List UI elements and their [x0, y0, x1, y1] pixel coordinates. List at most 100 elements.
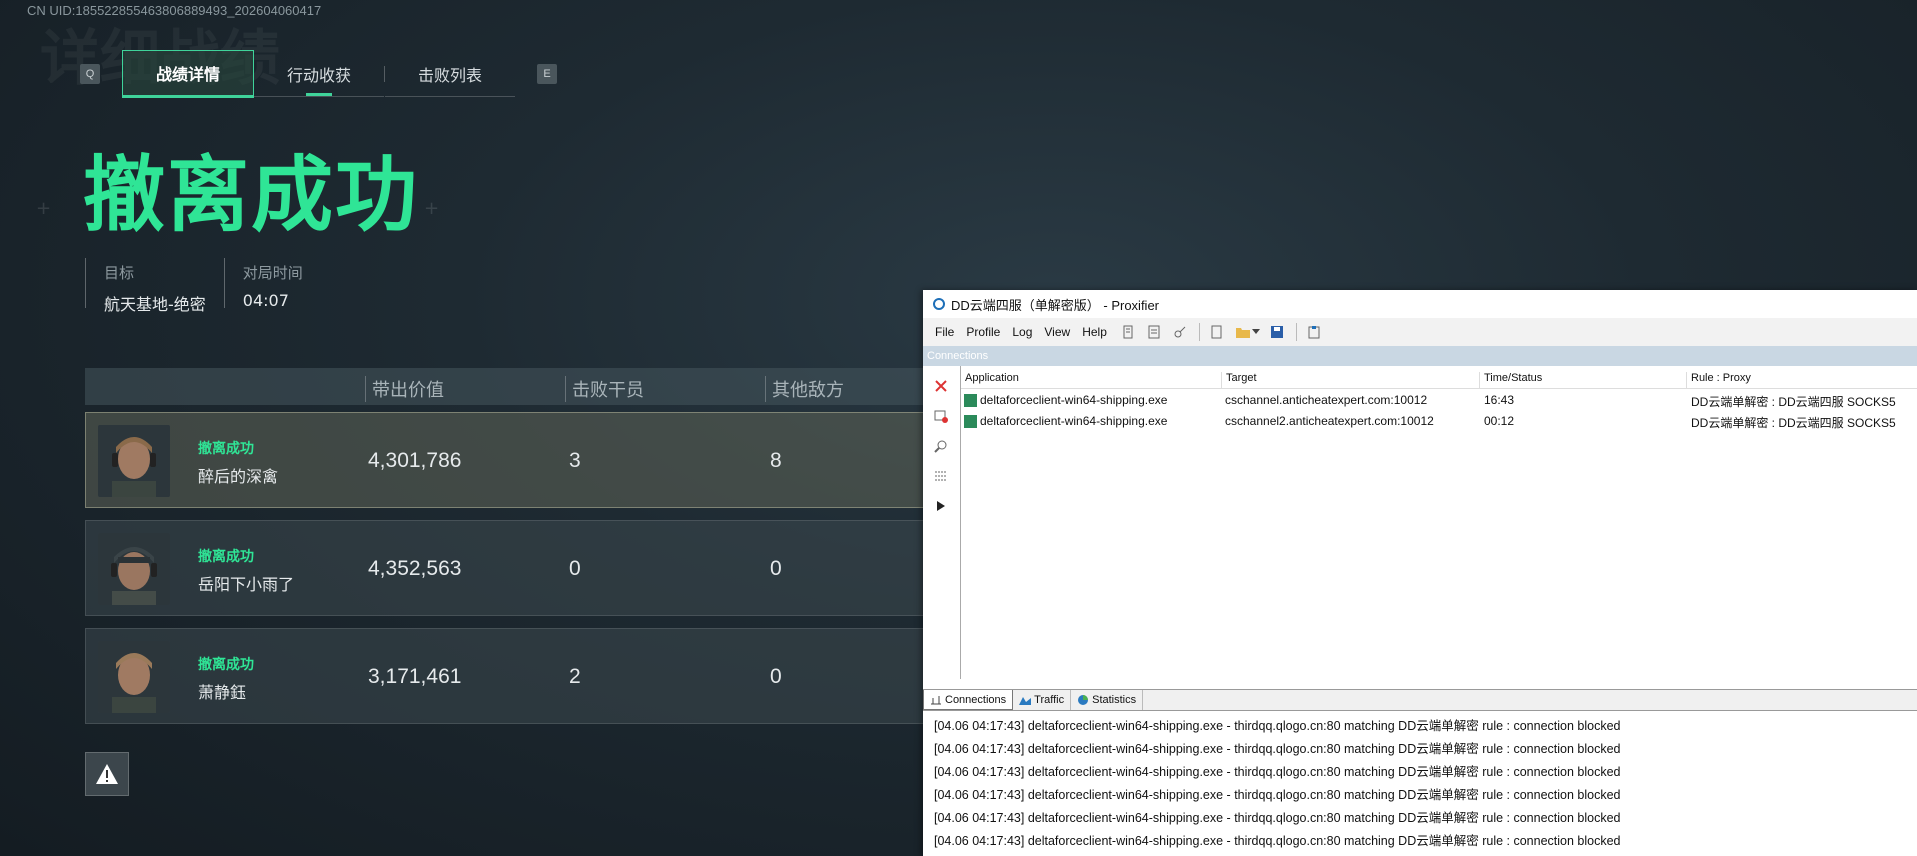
open-folder-icon[interactable] [1234, 323, 1252, 341]
tab-action-gains[interactable]: 行动收获 [254, 52, 384, 97]
time-info: 对局时间 04:07 [223, 258, 321, 310]
app-icon [964, 394, 977, 408]
table-row[interactable]: 撤离成功 醉后的深禽 4,301,786 3 8 [85, 412, 925, 508]
proxification-rules-icon[interactable] [1145, 323, 1163, 341]
tab-label: Traffic [1034, 694, 1065, 706]
tab-label: 战绩详情 [155, 65, 220, 84]
column-header-others: 其他敌方 [765, 376, 844, 402]
toolbar-divider [1198, 323, 1200, 341]
log-line: [04.06 04:17:43] deltaforceclient-win64-… [934, 765, 1621, 779]
connection-app: deltaforceclient-win64-shipping.exe [980, 414, 1168, 428]
save-icon[interactable] [1268, 323, 1286, 341]
tab-label: Statistics [1092, 694, 1137, 706]
tab-kill-list[interactable]: 击败列表 [385, 52, 515, 97]
connections-table-header: Application Target Time/Status Rule : Pr… [961, 368, 1917, 389]
window-titlebar[interactable]: DD云端四服（单解密版） - Proxifier [923, 290, 1917, 318]
log-line: [04.06 04:17:43] deltaforceclient-win64-… [934, 834, 1621, 848]
others-cell: 8 [770, 449, 782, 472]
connections-panel: Application Target Time/Status Rule : Pr… [923, 366, 1917, 679]
tab-statistics[interactable]: Statistics [1071, 690, 1144, 710]
tab-battle-details[interactable]: 战绩详情 [122, 50, 254, 98]
tab-connections[interactable]: Connections [923, 690, 1014, 710]
time-value: 04:07 [242, 291, 289, 310]
status-badge: 撤离成功 [198, 657, 254, 673]
table-row[interactable]: 撤离成功 岳阳下小雨了 4,352,563 0 0 [85, 520, 925, 616]
value-cell: 4,301,786 [368, 449, 462, 472]
kills-cell: 2 [569, 665, 581, 688]
connections-panel-header: Connections [923, 346, 1917, 366]
app-icon [964, 415, 977, 429]
column-header-target[interactable]: Target [1221, 372, 1257, 388]
menu-view[interactable]: View [1044, 325, 1070, 339]
column-header-application[interactable]: Application [961, 372, 1019, 388]
name-resolution-icon[interactable] [1171, 323, 1189, 341]
menu-bar: File Profile Log View Help [923, 318, 1917, 346]
match-info: 目标 航天基地-绝密 对局时间 04:07 [85, 258, 321, 314]
crosshair-decoration-icon: + [36, 198, 52, 219]
log-panel: [04.06 04:17:43] deltaforceclient-win64-… [923, 710, 1917, 856]
connection-time: 00:12 [1484, 414, 1515, 428]
connection-rule: DD云端单解密 : DD云端四服 SOCKS5 [1691, 416, 1896, 430]
menu-file[interactable]: File [935, 325, 954, 339]
log-line: [04.06 04:17:43] deltaforceclient-win64-… [934, 719, 1621, 733]
tab-label: 击败列表 [417, 65, 482, 85]
connection-rule: DD云端单解密 : DD云端四服 SOCKS5 [1691, 395, 1896, 409]
tab-traffic[interactable]: Traffic [1013, 690, 1072, 710]
stats-table-header: 带出价值 击败干员 其他敌方 [85, 368, 925, 405]
close-connection-icon[interactable] [931, 376, 951, 396]
table-row[interactable]: 撤离成功 萧静鈺 3,171,461 2 0 [85, 628, 925, 724]
new-profile-icon[interactable] [1208, 323, 1226, 341]
tab-label: Connections [945, 693, 1007, 706]
connections-icon [931, 695, 941, 704]
uid-label: CN UID:1855228554638068894​93_2026040604… [27, 3, 322, 18]
window-title: DD云端四服（单解密版） - Proxifier [951, 297, 1160, 313]
log-line: [04.06 04:17:43] deltaforceclient-win64-… [934, 788, 1621, 802]
connection-target: cschannel.anticheatexpert.com:10012 [1225, 393, 1428, 407]
column-header-time[interactable]: Time/Status [1479, 372, 1542, 388]
connection-row[interactable]: deltaforceclient-win64-shipping.exe csch… [961, 389, 1917, 410]
avatar [98, 533, 170, 605]
tab-notice-bar [306, 92, 332, 96]
kills-cell: 0 [569, 557, 581, 580]
proxifier-app-icon [933, 298, 945, 310]
value-cell: 3,171,461 [368, 665, 462, 688]
connection-target: cschannel2.anticheatexpert.com:10012 [1225, 414, 1434, 428]
connection-time: 16:43 [1484, 393, 1515, 407]
connection-row[interactable]: deltaforceclient-win64-shipping.exe csch… [961, 410, 1917, 431]
chevron-down-icon[interactable] [1251, 323, 1260, 341]
close-all-icon[interactable] [931, 406, 951, 426]
proxifier-window: DD云端四服（单解密版） - Proxifier File Profile Lo… [923, 290, 1917, 856]
menu-log[interactable]: Log [1012, 325, 1032, 339]
play-icon[interactable] [931, 496, 951, 516]
player-name: 岳阳下小雨了 [198, 575, 295, 594]
menu-help[interactable]: Help [1082, 325, 1107, 339]
column-header-rule[interactable]: Rule : Proxy [1686, 372, 1751, 388]
key-hint-q[interactable]: Q [80, 64, 100, 84]
avatar [98, 425, 170, 497]
time-label: 对局时间 [242, 264, 303, 282]
menu-profile[interactable]: Profile [966, 325, 1000, 339]
status-badge: 撤离成功 [198, 549, 254, 565]
crosshair-decoration-icon: + [424, 198, 440, 219]
status-badge: 撤离成功 [198, 441, 254, 457]
side-toolbar [923, 366, 961, 679]
avatar [98, 641, 170, 713]
log-line: [04.06 04:17:43] deltaforceclient-win64-… [934, 742, 1621, 756]
target-info: 目标 航天基地-绝密 [85, 258, 224, 314]
list-options-icon[interactable] [931, 466, 951, 486]
warning-icon [96, 764, 118, 784]
report-button[interactable] [85, 752, 129, 796]
find-icon[interactable] [931, 436, 951, 456]
result-tabs: Q 战绩详情 行动收获 击败列表 E [80, 50, 557, 98]
column-header-kills: 击败干员 [565, 376, 644, 402]
key-hint-e[interactable]: E [537, 64, 557, 84]
clipboard-icon[interactable] [1305, 323, 1323, 341]
tab-label: 行动收获 [286, 65, 351, 85]
proxy-servers-icon[interactable] [1119, 323, 1137, 341]
traffic-icon [1019, 697, 1032, 705]
statistics-icon [1078, 695, 1089, 705]
player-name: 醉后的深禽 [198, 467, 279, 486]
others-cell: 0 [770, 665, 782, 688]
toolbar-divider [1295, 323, 1297, 341]
bottom-tab-bar: Connections Traffic Statistics [923, 689, 1917, 710]
